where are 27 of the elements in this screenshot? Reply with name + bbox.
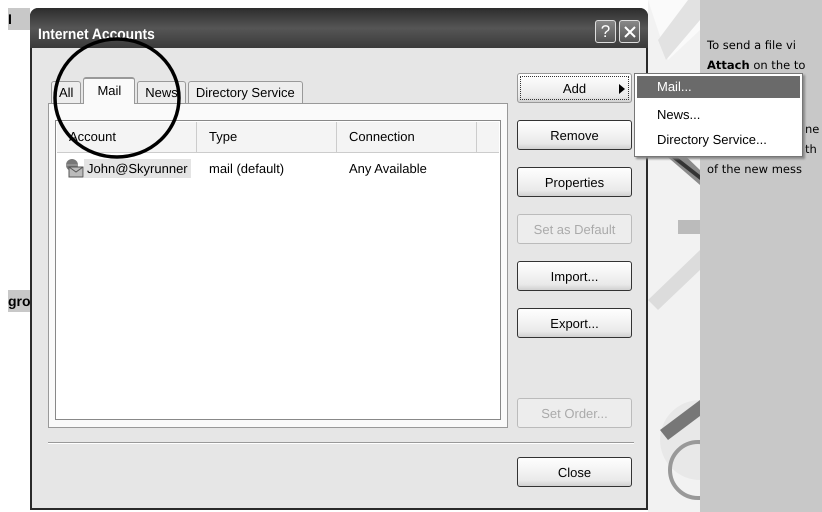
table-cell[interactable]: John@Skyrunner	[84, 158, 191, 178]
help-button[interactable]: ?	[595, 20, 616, 43]
tab[interactable]: Mail	[83, 77, 136, 104]
page-text: th	[805, 141, 818, 158]
page-text: gro	[8, 290, 30, 312]
page-text: I	[8, 8, 30, 30]
table-cell-text: mail (default)	[208, 160, 286, 176]
dialog-button[interactable]: Remove	[517, 120, 632, 150]
table-cell-text: Any Available	[348, 160, 428, 176]
tab[interactable]: Directory Service	[188, 81, 303, 103]
dialog-button[interactable]: Export...	[517, 308, 632, 338]
close-icon	[624, 26, 636, 38]
page-text: To send a file vi	[707, 37, 797, 54]
page-text: Attach on the to	[707, 57, 806, 74]
dialog-button[interactable]: Add	[517, 73, 632, 103]
menu-item[interactable]: News...	[637, 104, 800, 126]
close-button[interactable]	[619, 20, 640, 43]
menu-item[interactable]: Mail...	[637, 76, 800, 98]
close-dialog-button[interactable]: Close	[517, 457, 632, 487]
dialog-button[interactable]: Import...	[517, 261, 632, 291]
page-text: of the new mess	[707, 161, 803, 178]
menu-item[interactable]: Directory Service...	[637, 129, 800, 151]
column-header[interactable]: Type	[197, 122, 337, 152]
column-header[interactable]: Connection	[337, 122, 477, 152]
page-text: ne	[805, 121, 820, 138]
dialog-button[interactable]: Properties	[517, 167, 632, 197]
submenu-arrow-icon	[619, 84, 625, 94]
